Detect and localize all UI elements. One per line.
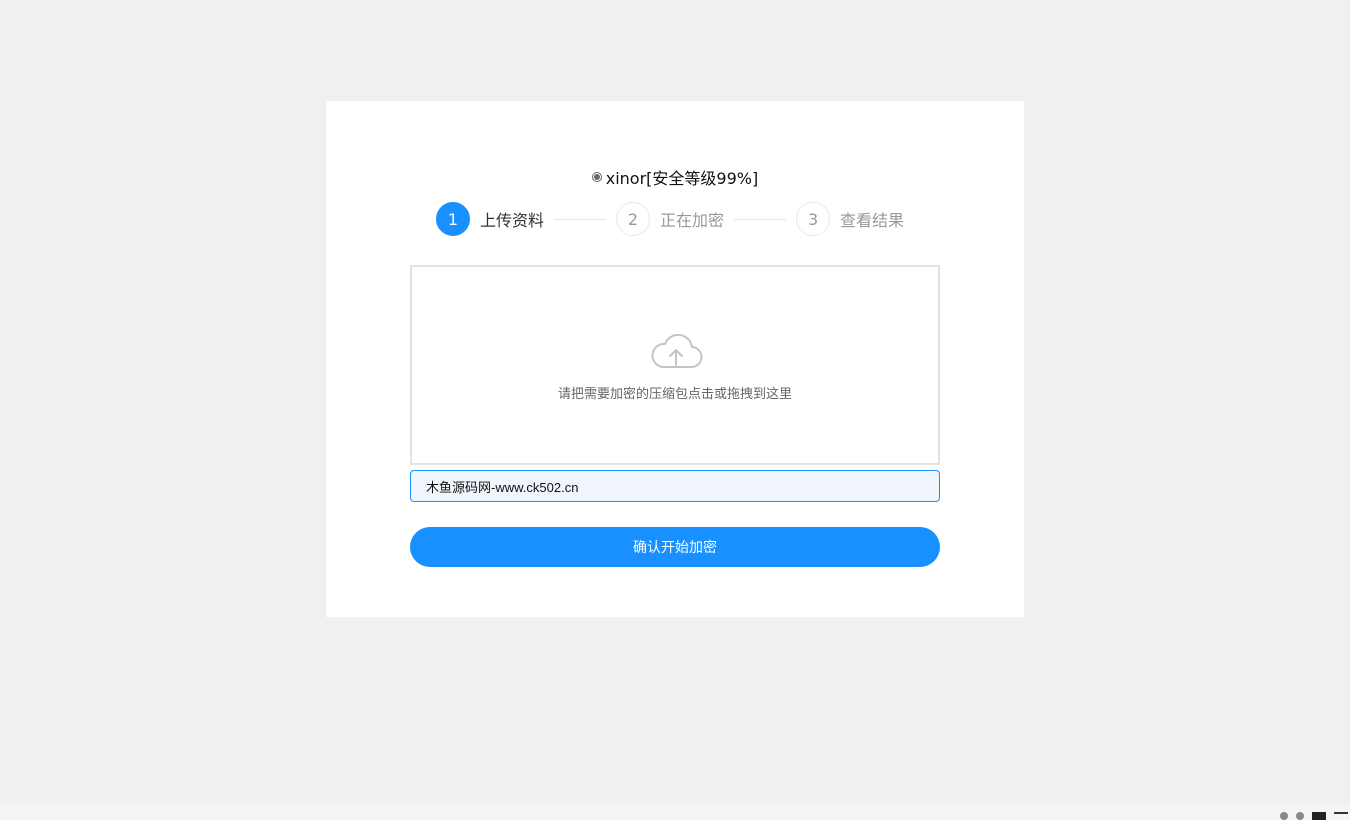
algorithm-option[interactable]: xinor[安全等级99%] — [326, 165, 1024, 189]
tray-battery-icon[interactable] — [1312, 812, 1326, 820]
encrypt-card: xinor[安全等级99%] 1 上传资料 2 正在加密 3 查看结果 请把需要… — [326, 101, 1024, 617]
algorithm-label: xinor[安全等级99%] — [605, 169, 759, 188]
step-connector — [554, 218, 607, 220]
step-label: 上传资料 — [480, 211, 545, 230]
step-result: 3 查看结果 — [796, 202, 904, 236]
step-connector — [734, 218, 787, 220]
tray-circle-icon[interactable] — [1280, 812, 1288, 820]
upload-dropzone[interactable]: 请把需要加密的压缩包点击或拖拽到这里 — [410, 265, 940, 465]
bottom-taskbar — [0, 804, 1350, 820]
dropzone-hint: 请把需要加密的压缩包点击或拖拽到这里 — [557, 387, 792, 402]
system-tray — [1280, 809, 1348, 820]
step-number: 2 — [616, 202, 651, 236]
step-label: 正在加密 — [660, 211, 725, 230]
start-encrypt-button[interactable]: 确认开始加密 — [410, 527, 940, 567]
step-upload: 1 上传资料 — [436, 202, 544, 236]
tray-window-icon[interactable] — [1334, 812, 1348, 820]
step-indicator: 1 上传资料 2 正在加密 3 查看结果 — [436, 202, 904, 236]
cloud-upload-icon — [651, 333, 703, 369]
password-input[interactable] — [410, 470, 940, 502]
tray-network-icon[interactable] — [1296, 812, 1304, 820]
step-label: 查看结果 — [840, 211, 905, 230]
step-encrypting: 2 正在加密 — [616, 202, 724, 236]
step-number: 3 — [796, 202, 831, 236]
radio-selected-icon[interactable] — [591, 172, 602, 182]
step-number: 1 — [436, 202, 470, 236]
